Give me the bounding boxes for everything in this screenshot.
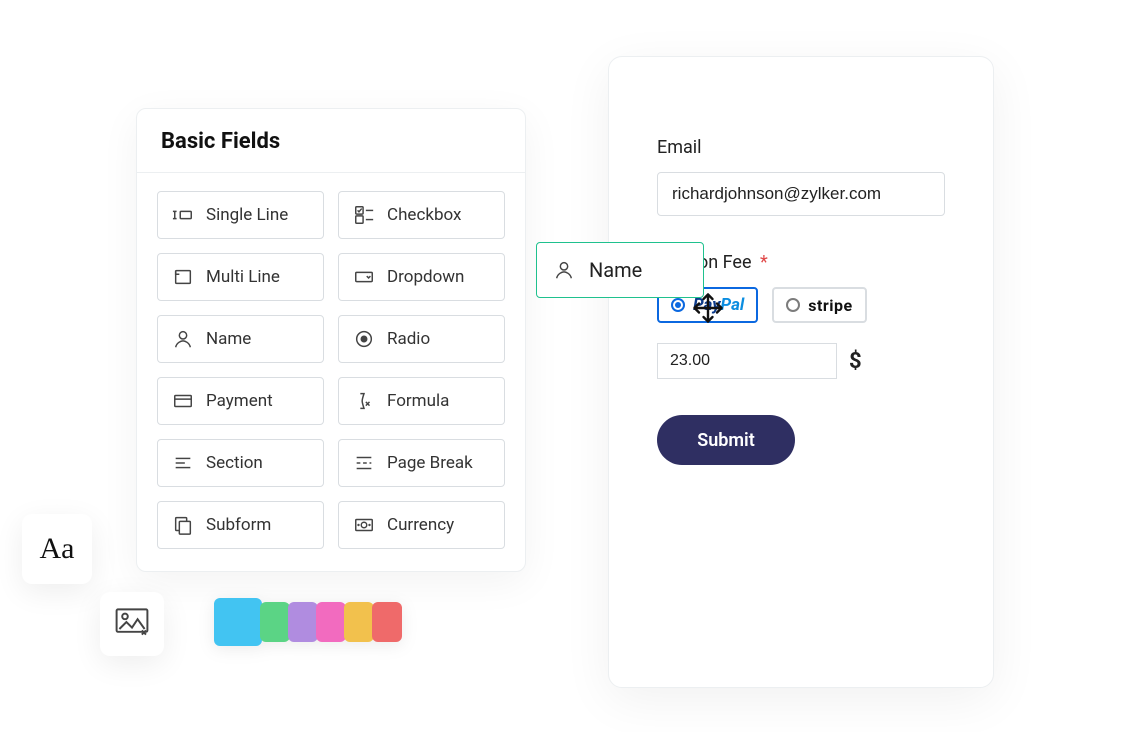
multi-line-icon (172, 266, 194, 288)
swatch-4[interactable] (344, 602, 374, 642)
person-icon (172, 328, 194, 350)
radio-icon (353, 328, 375, 350)
formula-icon (353, 390, 375, 412)
field-label: Formula (387, 391, 449, 411)
email-field[interactable] (657, 172, 945, 216)
basic-fields-title: Basic Fields (137, 109, 525, 173)
field-payment[interactable]: Payment (157, 377, 324, 425)
field-checkbox[interactable]: Checkbox (338, 191, 505, 239)
currency-symbol: $ (849, 349, 862, 374)
single-line-icon (172, 204, 194, 226)
field-label: Payment (206, 391, 273, 411)
swatch-5[interactable] (372, 602, 402, 642)
field-label: Subform (206, 515, 271, 535)
field-multi-line[interactable]: Multi Line (157, 253, 324, 301)
swatch-3[interactable] (316, 602, 346, 642)
field-section[interactable]: Section (157, 439, 324, 487)
person-icon (553, 259, 575, 281)
dragging-field-clone[interactable]: Name (536, 242, 704, 298)
dragging-field-label: Name (589, 258, 642, 282)
field-subform[interactable]: Subform (157, 501, 324, 549)
field-single-line[interactable]: Single Line (157, 191, 324, 239)
swatch-1[interactable] (260, 602, 290, 642)
font-tile-label: Aa (40, 532, 75, 566)
dropdown-icon (353, 266, 375, 288)
subform-icon (172, 514, 194, 536)
field-dropdown[interactable]: Dropdown (338, 253, 505, 301)
currency-icon (353, 514, 375, 536)
field-label: Single Line (206, 205, 288, 225)
image-picker-tile[interactable] (100, 592, 164, 656)
page-break-icon (353, 452, 375, 474)
field-label: Section (206, 453, 263, 473)
submit-button[interactable]: Submit (657, 415, 795, 465)
field-label: Multi Line (206, 267, 280, 287)
theme-color-swatches (214, 598, 402, 646)
stripe-logo-icon: stripe (808, 296, 852, 315)
field-label: Page Break (387, 453, 473, 473)
email-label: Email (657, 137, 945, 158)
payment-option-stripe[interactable]: stripe (772, 287, 866, 323)
payment-icon (172, 390, 194, 412)
field-formula[interactable]: Formula (338, 377, 505, 425)
radio-icon (786, 298, 800, 312)
swatch-2[interactable] (288, 602, 318, 642)
field-label: Name (206, 329, 251, 349)
move-cursor-icon (690, 290, 726, 330)
field-page-break[interactable]: Page Break (338, 439, 505, 487)
required-asterisk: * (760, 252, 768, 273)
field-label: Currency (387, 515, 454, 535)
field-name[interactable]: Name (157, 315, 324, 363)
field-radio[interactable]: Radio (338, 315, 505, 363)
basic-fields-panel: Basic Fields Single Line Checkbox Multi … (136, 108, 526, 572)
checkbox-icon (353, 204, 375, 226)
section-icon (172, 452, 194, 474)
image-icon (115, 608, 149, 640)
radio-icon (671, 298, 685, 312)
amount-field[interactable] (657, 343, 837, 379)
form-preview-card: Email stration Fee * PayPal stripe $ Sub… (608, 56, 994, 688)
font-style-tile[interactable]: Aa (22, 514, 92, 584)
field-currency[interactable]: Currency (338, 501, 505, 549)
field-label: Dropdown (387, 267, 464, 287)
field-label: Radio (387, 329, 430, 349)
basic-fields-grid: Single Line Checkbox Multi Line Dropdown (137, 173, 525, 571)
swatch-0[interactable] (214, 598, 262, 646)
field-label: Checkbox (387, 205, 461, 225)
submit-button-label: Submit (697, 430, 755, 451)
